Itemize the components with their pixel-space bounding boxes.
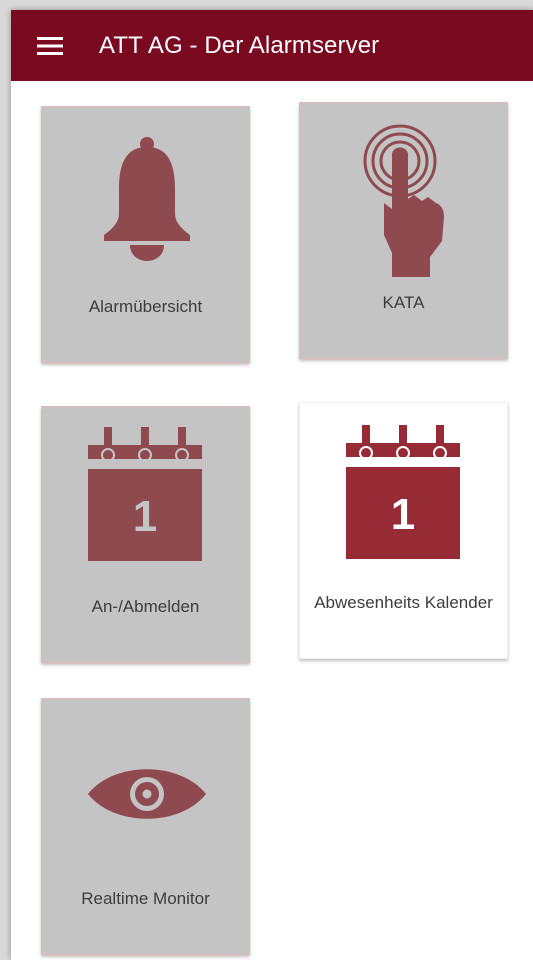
bell-icon — [104, 137, 190, 261]
touch-finger-icon — [363, 124, 444, 277]
tile-an-abmelden[interactable]: 1 An-/Abmelden — [41, 406, 250, 663]
tile-label: An-/Abmelden — [91, 597, 200, 616]
eye-icon — [88, 769, 206, 819]
screen-background: ATT AG - Der Alarmserver Alarmübersicht — [0, 0, 533, 960]
app-bar: ATT AG - Der Alarmserver — [11, 10, 533, 81]
menu-button[interactable] — [11, 10, 89, 81]
app-window: ATT AG - Der Alarmserver Alarmübersicht — [11, 10, 533, 960]
hamburger-menu-icon[interactable] — [37, 36, 63, 56]
calendar-icon: 1 — [346, 425, 460, 559]
tile-label: Realtime Monitor — [81, 889, 210, 908]
tile-abwesenheits-kalender[interactable]: 1 Abwesenheits Kalender — [299, 402, 508, 659]
app-title: ATT AG - Der Alarmserver — [99, 31, 380, 59]
calendar-day: 1 — [133, 492, 157, 541]
calendar-day: 1 — [391, 490, 415, 539]
tile-label: Abwesenheits Kalender — [314, 593, 493, 612]
tile-label: KATA — [382, 293, 425, 312]
tile-kata[interactable]: KATA — [299, 102, 508, 359]
tile-alarmuebersicht[interactable]: Alarmübersicht — [41, 106, 250, 363]
calendar-icon: 1 — [88, 427, 202, 561]
tile-label: Alarmübersicht — [88, 297, 203, 316]
tile-realtime-monitor[interactable]: Realtime Monitor — [41, 698, 250, 955]
